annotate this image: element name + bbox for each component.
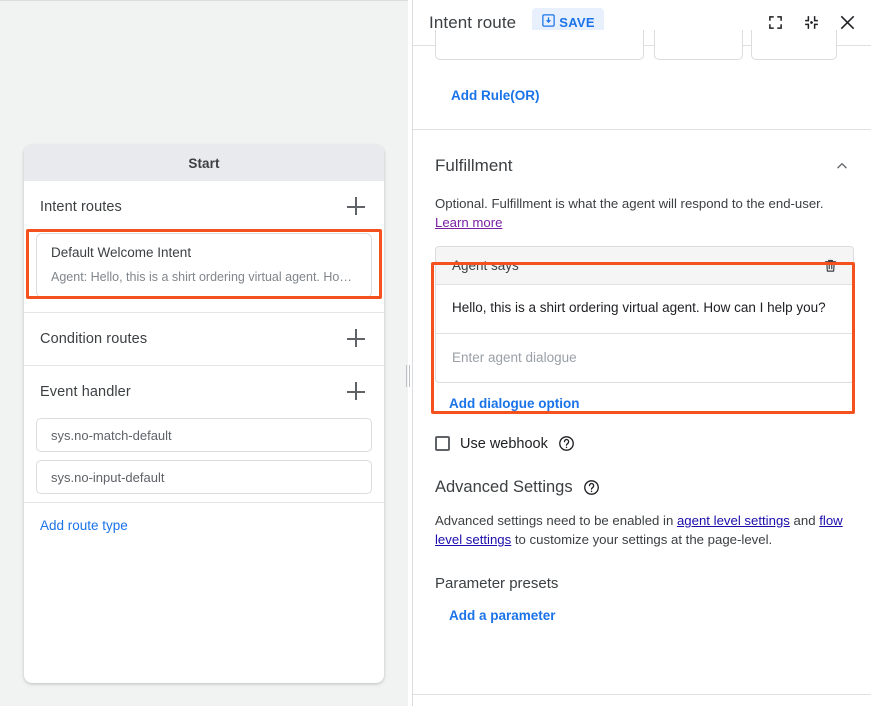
add-event-handler-plus-icon[interactable] <box>344 380 368 404</box>
advanced-settings-description: Advanced settings need to be enabled in … <box>435 511 850 549</box>
use-webhook-checkbox[interactable] <box>435 436 450 451</box>
use-webhook-row: Use webhook <box>435 435 871 452</box>
start-page-header[interactable]: Start <box>24 145 384 181</box>
agent-says-response-text[interactable]: Hello, this is a shirt ordering virtual … <box>436 285 853 334</box>
chevron-up-icon[interactable] <box>832 156 852 176</box>
fulfillment-title: Fulfillment <box>435 156 512 176</box>
section-intent-routes: Intent routes Default Welcome Intent Age… <box>24 181 384 313</box>
advanced-settings-header: Advanced Settings <box>435 478 871 497</box>
fulfillment-description-text: Optional. Fulfillment is what the agent … <box>435 196 824 211</box>
intent-route-subtitle: Agent: Hello, this is a shirt ordering v… <box>51 270 357 284</box>
close-icon[interactable] <box>835 11 859 35</box>
add-condition-route-plus-icon[interactable] <box>344 327 368 351</box>
panel-scroll-area: Add Rule(OR) Fulfillment Optional. Fulfi… <box>413 46 871 706</box>
agent-dialogue-input[interactable] <box>436 334 853 382</box>
event-handler-item-no-match[interactable]: sys.no-match-default <box>36 418 372 452</box>
drag-handle-icon[interactable] <box>405 365 411 387</box>
fulfillment-section-header[interactable]: Fulfillment <box>413 130 871 176</box>
parameter-presets-title: Parameter presets <box>435 575 871 592</box>
agent-says-label: Agent says <box>452 258 519 273</box>
add-a-parameter-link[interactable]: Add a parameter <box>449 608 556 623</box>
rule-fields-row <box>413 46 871 74</box>
help-circle-icon[interactable] <box>583 479 600 496</box>
advanced-desc-part2: and <box>790 513 819 528</box>
agent-says-card: Agent says Hello, this is a shirt orderi… <box>435 246 854 383</box>
save-button-label: SAVE <box>559 15 595 30</box>
intent-route-side-panel: Intent route SAVE <box>412 0 871 706</box>
start-page-title: Start <box>188 156 219 171</box>
rule-field-operator[interactable] <box>654 30 743 60</box>
rule-field-intent[interactable] <box>435 30 644 60</box>
advanced-desc-part1: Advanced settings need to be enabled in <box>435 513 677 528</box>
add-route-type-link[interactable]: Add route type <box>24 503 384 548</box>
agent-says-header: Agent says <box>436 247 853 285</box>
event-handler-title: Event handler <box>40 384 131 400</box>
learn-more-link[interactable]: Learn more <box>435 215 502 230</box>
section-event-handler: Event handler sys.no-match-default sys.n… <box>24 366 384 503</box>
panel-splitter[interactable] <box>404 0 412 706</box>
add-rule-or-link[interactable]: Add Rule(OR) <box>451 88 540 103</box>
intent-routes-header: Intent routes <box>24 181 384 233</box>
use-webhook-label: Use webhook <box>460 436 548 452</box>
condition-routes-title: Condition routes <box>40 331 147 347</box>
dialogflow-page-editor: Start Intent routes Default Welcome Inte… <box>0 0 871 706</box>
flow-canvas: Start Intent routes Default Welcome Inte… <box>0 0 408 706</box>
agent-level-settings-link[interactable]: agent level settings <box>677 513 790 528</box>
event-handler-item-no-input[interactable]: sys.no-input-default <box>36 460 372 494</box>
add-intent-route-plus-icon[interactable] <box>344 195 368 219</box>
add-dialogue-option-link[interactable]: Add dialogue option <box>449 396 579 411</box>
help-circle-icon[interactable] <box>558 435 575 452</box>
event-handler-label: sys.no-input-default <box>51 470 164 485</box>
event-handler-header: Event handler <box>24 366 384 418</box>
intent-route-default-welcome[interactable]: Default Welcome Intent Agent: Hello, thi… <box>36 233 372 298</box>
event-handler-label: sys.no-match-default <box>51 428 172 443</box>
panel-bottom-divider <box>413 694 871 695</box>
fulfillment-description: Optional. Fulfillment is what the agent … <box>413 176 871 232</box>
trash-icon[interactable] <box>819 255 841 277</box>
condition-routes-header: Condition routes <box>24 313 384 365</box>
advanced-desc-part3: to customize your settings at the page-l… <box>511 532 772 547</box>
intent-routes-title: Intent routes <box>40 199 122 215</box>
intent-route-title: Default Welcome Intent <box>51 245 357 260</box>
advanced-settings-title: Advanced Settings <box>435 478 573 497</box>
section-condition-routes: Condition routes <box>24 313 384 366</box>
rule-field-value[interactable] <box>751 30 837 60</box>
start-page-card: Start Intent routes Default Welcome Inte… <box>24 145 384 683</box>
